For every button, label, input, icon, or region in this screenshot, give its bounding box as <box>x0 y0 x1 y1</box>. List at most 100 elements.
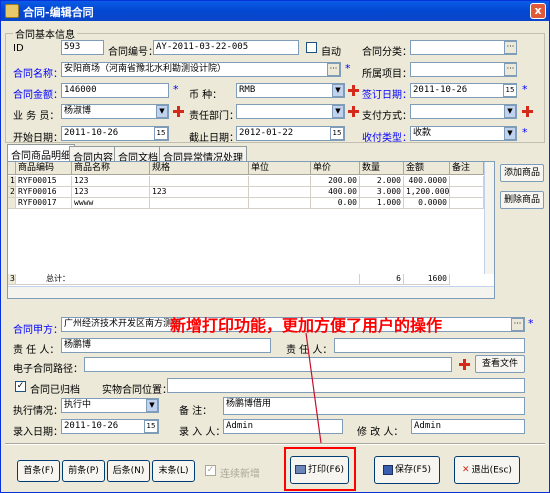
table-cell[interactable]: wwww <box>72 198 150 209</box>
column-header[interactable]: 单价 <box>311 162 360 175</box>
column-header[interactable]: 金额 <box>404 162 450 175</box>
tab-documents[interactable]: 合同文档 <box>114 146 162 164</box>
auto-checkbox[interactable] <box>306 42 317 53</box>
column-header[interactable]: 商品名称 <box>72 162 150 175</box>
tab-content[interactable]: 合同内容 <box>69 146 117 164</box>
table-cell[interactable] <box>249 176 311 187</box>
column-header[interactable]: 备注 <box>450 162 484 175</box>
column-header[interactable]: 规格 <box>150 162 249 175</box>
table-cell[interactable]: 3.000 <box>360 187 404 198</box>
column-header[interactable]: 数量 <box>360 162 404 175</box>
table-cell[interactable]: 123 <box>150 187 249 198</box>
archived-checkbox[interactable]: ✓ <box>15 381 26 392</box>
table-cell[interactable] <box>150 198 249 209</box>
end-date-field[interactable]: 2012-01-22 <box>236 126 345 141</box>
add-product-button[interactable]: 添加商品 <box>500 164 544 182</box>
chevron-down-icon[interactable]: ▼ <box>332 105 344 118</box>
contract-no-field[interactable]: AY-2011-03-22-005 <box>153 40 299 55</box>
chevron-down-icon[interactable]: ▼ <box>156 105 168 118</box>
path-field[interactable] <box>84 357 452 372</box>
add-dept-icon[interactable] <box>348 106 359 117</box>
category-field[interactable] <box>410 40 517 55</box>
table-cell[interactable] <box>450 187 484 198</box>
currency-select[interactable]: RMB <box>236 83 345 98</box>
owner-field[interactable]: 杨鹏博 <box>61 338 271 353</box>
tab-product-details[interactable]: 合同商品明细 <box>7 144 75 162</box>
table-cell[interactable]: RYF00017 <box>16 198 72 209</box>
table-cell[interactable] <box>450 198 484 209</box>
table-cell[interactable] <box>450 176 484 187</box>
prev-record-button[interactable]: 前条(P) <box>62 460 105 482</box>
table-cell[interactable]: 123 <box>72 176 150 187</box>
exit-button[interactable]: ✕ 退出(Esc) <box>454 456 520 484</box>
chevron-down-icon[interactable]: ▼ <box>504 127 516 140</box>
table-cell[interactable]: RYF00015 <box>16 176 72 187</box>
table-cell[interactable]: 1,200.0000 <box>404 187 450 198</box>
row-number[interactable]: 1 <box>8 176 16 187</box>
last-record-button[interactable]: 末条(L) <box>152 460 195 482</box>
name-browse-button[interactable]: ··· <box>327 63 340 76</box>
location-field[interactable] <box>167 378 525 393</box>
product-grid[interactable]: 商品编码 商品名称 规格 单位 单价 数量 金额 备注 1 RYF00015 1… <box>7 161 495 299</box>
calendar-icon[interactable]: 15 <box>144 420 158 433</box>
save-button[interactable]: 保存(F5) <box>374 456 440 484</box>
owner-label: 责 任 人： <box>13 345 60 356</box>
table-cell[interactable] <box>150 176 249 187</box>
title-bar[interactable]: 合同-编辑合同 x <box>1 1 549 21</box>
chevron-down-icon[interactable]: ▼ <box>504 105 516 118</box>
amount-field[interactable]: 146000 <box>61 83 169 98</box>
table-cell[interactable]: 2.000 <box>360 176 404 187</box>
delete-product-button[interactable]: 删除商品 <box>500 191 544 209</box>
table-cell[interactable]: 400.0000 <box>404 176 450 187</box>
first-record-button[interactable]: 首条(F) <box>17 460 60 482</box>
dept-label: 责任部门： <box>189 111 239 122</box>
project-field[interactable] <box>410 62 517 77</box>
add-currency-icon[interactable] <box>348 85 359 96</box>
tab-exceptions[interactable]: 合同异常情况处理 <box>159 146 247 164</box>
close-icon[interactable]: x <box>530 3 546 19</box>
table-cell[interactable]: 0.0000 <box>404 198 450 209</box>
table-cell[interactable] <box>249 198 311 209</box>
row-number[interactable] <box>8 198 16 209</box>
horizontal-scrollbar[interactable] <box>8 286 494 298</box>
chevron-down-icon[interactable]: ▼ <box>146 399 158 412</box>
column-header[interactable]: 单位 <box>249 162 311 175</box>
row-number[interactable]: 2 <box>8 187 16 198</box>
chevron-down-icon[interactable]: ▼ <box>332 84 344 97</box>
calendar-icon[interactable]: 15 <box>503 84 517 97</box>
name-field[interactable]: 安阳商场（河南省豫北水利勘测设计院） <box>61 62 341 77</box>
required-star: * <box>522 126 528 139</box>
continuous-add-checkbox[interactable]: ✓ <box>205 465 216 476</box>
sign-date-field[interactable]: 2011-10-26 <box>410 83 517 98</box>
print-button[interactable]: 打印(F6) <box>290 456 349 484</box>
start-date-field[interactable]: 2011-10-26 <box>61 126 169 141</box>
add-pay-method-icon[interactable] <box>522 106 533 117</box>
remark-field[interactable]: 杨鹏博借用 <box>223 397 525 415</box>
table-cell[interactable]: RYF00016 <box>16 187 72 198</box>
pay-method-select[interactable] <box>410 104 517 119</box>
dept-select[interactable] <box>236 104 345 119</box>
table-cell[interactable]: 1.000 <box>360 198 404 209</box>
table-cell[interactable]: 0.00 <box>311 198 360 209</box>
salesman-select[interactable]: 杨淑博 <box>61 104 169 119</box>
amount-label: 合同金额： <box>13 90 63 101</box>
calendar-icon[interactable]: 15 <box>154 127 168 140</box>
add-salesman-icon[interactable] <box>173 106 184 117</box>
next-record-button[interactable]: 后条(N) <box>107 460 150 482</box>
project-browse-button[interactable]: ··· <box>504 63 517 76</box>
view-file-button[interactable]: 查看文件 <box>475 355 525 373</box>
table-cell[interactable]: 123 <box>72 187 150 198</box>
pay-type-select[interactable]: 收款 <box>410 126 517 141</box>
owner2-field[interactable] <box>334 338 525 353</box>
id-field[interactable]: 593 <box>61 40 104 55</box>
exec-select[interactable]: 执行中 <box>61 398 159 413</box>
column-header[interactable]: 商品编码 <box>16 162 72 175</box>
vertical-scrollbar[interactable] <box>484 162 494 274</box>
party-a-browse-button[interactable]: ··· <box>511 318 524 331</box>
table-cell[interactable]: 400.00 <box>311 187 360 198</box>
table-cell[interactable]: 200.00 <box>311 176 360 187</box>
category-browse-button[interactable]: ··· <box>504 41 517 54</box>
add-path-icon[interactable] <box>459 359 470 370</box>
calendar-icon[interactable]: 15 <box>330 127 344 140</box>
table-cell[interactable] <box>249 187 311 198</box>
